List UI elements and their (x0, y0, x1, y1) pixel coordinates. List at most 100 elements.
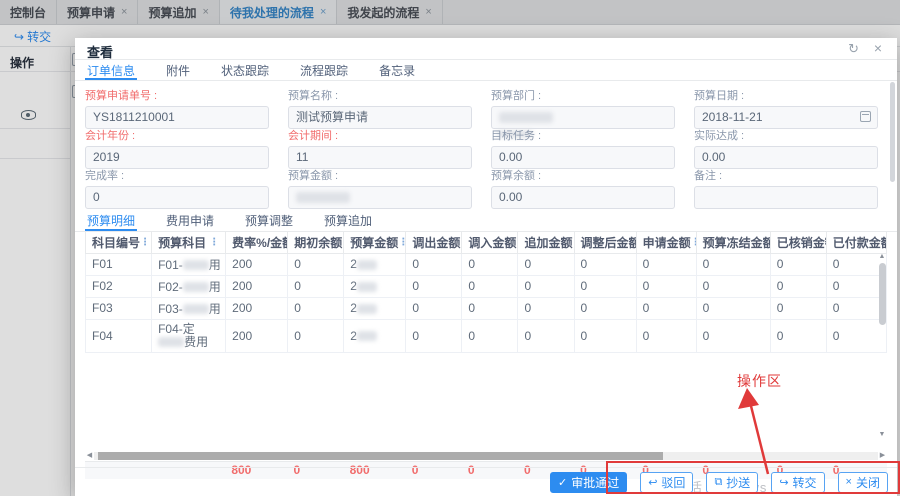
table-row[interactable]: F03F03-用2000200000000 (86, 297, 887, 319)
table-cell: 0 (574, 319, 636, 352)
column-header[interactable]: 预算科目⋮ (152, 232, 226, 253)
field-input[interactable]: 11 (288, 146, 472, 169)
refresh-icon[interactable]: ↻ (848, 41, 859, 57)
column-menu-icon[interactable]: ⋮ (209, 237, 219, 248)
table-cell: F01-用 (152, 253, 226, 275)
cell-text: 2 (350, 279, 357, 293)
cell-text: 2 (350, 301, 357, 315)
column-header-inner: 调入金额⋮ (468, 234, 511, 251)
form-field: 预算金额 : (288, 167, 491, 207)
column-header-inner: 预算金额⋮ (350, 234, 399, 251)
modal-title: 查看 (87, 42, 113, 61)
scrollbar-thumb[interactable] (890, 82, 895, 182)
field-label: 会计期间 : (288, 127, 491, 143)
column-header[interactable]: 预算冻结金额⋮ (696, 232, 770, 253)
table-row[interactable]: F01F01-用2000200000000 (86, 253, 887, 275)
column-header-label: 调出金额 (412, 234, 460, 251)
field-input[interactable]: 2018-11-21 (694, 106, 878, 129)
table-cell: 0 (518, 297, 574, 319)
column-header[interactable]: 调出金额⋮ (406, 232, 462, 253)
detail-tab[interactable]: 预算调整 (243, 210, 295, 231)
budget-detail-table: 科目编号⋮预算科目⋮费率%/金额期初余额预算金额⋮调出金额⋮调入金额⋮追加金额⋮… (85, 232, 887, 353)
cell-text: 用 (209, 258, 221, 272)
table-cell: 0 (288, 253, 344, 275)
field-input[interactable]: 0.00 (491, 186, 675, 209)
column-header[interactable]: 申请金额⋮ (636, 232, 696, 253)
calendar-icon (860, 111, 871, 122)
column-header-inner: 申请金额⋮ (643, 234, 690, 251)
modal-tab[interactable]: 订单信息 (85, 60, 137, 80)
modal-scrollbar[interactable] (890, 64, 896, 464)
column-header-inner: 科目编号⋮ (92, 234, 145, 251)
modal-tab[interactable]: 状态跟踪 (219, 60, 271, 80)
form-field: 会计年份 :2019 (85, 127, 288, 167)
field-input[interactable]: 测试预算申请 (288, 106, 472, 129)
column-header[interactable]: 调整后金额?⋮ (574, 232, 636, 253)
column-menu-icon[interactable]: ⋮ (691, 237, 697, 248)
cell-text: F04-定 (158, 322, 195, 336)
column-header-label: 科目编号 (92, 234, 140, 251)
table-cell: F01 (86, 253, 152, 275)
field-label: 预算部门 : (491, 87, 694, 103)
detail-tab[interactable]: 预算明细 (85, 210, 137, 231)
column-header-inner: 预算冻结金额⋮ (703, 234, 764, 251)
detail-tab[interactable]: 费用申请 (164, 210, 216, 231)
modal-tab[interactable]: 流程跟踪 (298, 60, 350, 80)
column-header-label: 预算科目 (158, 234, 206, 251)
field-input[interactable] (694, 186, 878, 209)
table-cell: 0 (696, 275, 770, 297)
scroll-right-icon[interactable]: ▶ (878, 451, 887, 461)
scroll-up-icon[interactable]: ▲ (877, 253, 887, 261)
scrollbar-thumb[interactable] (879, 263, 886, 325)
order-info-form: 预算申请单号 :YS1811210001预算名称 :测试预算申请预算部门 :预算… (75, 81, 897, 207)
table-cell: 200 (226, 253, 288, 275)
column-header[interactable]: 科目编号⋮ (86, 232, 152, 253)
field-input[interactable]: 2019 (85, 146, 269, 169)
column-header[interactable]: 费率%/金额 (226, 232, 288, 253)
table-cell: 0 (574, 253, 636, 275)
table-row[interactable]: F02F02-用2000200000000 (86, 275, 887, 297)
column-menu-icon[interactable]: ⋮ (398, 237, 406, 248)
close-icon[interactable]: × (874, 40, 882, 56)
column-header[interactable]: 已核销金额⋮ (770, 232, 826, 253)
table-row[interactable]: F04F04-定费用2000200000000 (86, 319, 887, 352)
table-cell: 0 (462, 275, 518, 297)
detail-tab[interactable]: 预算追加 (322, 210, 374, 231)
column-header[interactable]: 期初余额 (288, 232, 344, 253)
column-menu-icon[interactable]: ⋮ (140, 237, 150, 248)
field-input[interactable]: 0.00 (491, 146, 675, 169)
scroll-down-icon[interactable]: ▼ (877, 431, 887, 439)
cell-text: 费用 (184, 335, 208, 349)
field-input[interactable]: 0.00 (694, 146, 878, 169)
column-header-label: 预算金额 (350, 234, 398, 251)
column-header-inner: 费率%/金额 (232, 234, 281, 251)
table-vertical-scrollbar[interactable]: ▲ ▼ (877, 253, 887, 451)
table-cell: 0 (696, 253, 770, 275)
modal-tab-bar: 订单信息 附件 状态跟踪 流程跟踪 备忘录 (75, 60, 897, 81)
table-cell: 0 (288, 319, 344, 352)
column-header[interactable]: 追加金额⋮ (518, 232, 574, 253)
table-cell: 0 (518, 319, 574, 352)
cell-text: 用 (209, 302, 221, 316)
column-header-inner: 调出金额⋮ (412, 234, 455, 251)
table-cell: 2 (344, 275, 406, 297)
field-input[interactable] (288, 186, 472, 209)
table-cell: 0 (696, 297, 770, 319)
app-root: 控制台预算申请×预算追加×待我处理的流程×我发起的流程× ↪ 转交 操作 查看 … (0, 0, 900, 496)
redacted-text (499, 112, 553, 123)
table-cell: 0 (288, 297, 344, 319)
field-input[interactable] (491, 106, 675, 129)
column-header[interactable]: 预算金额⋮ (344, 232, 406, 253)
modal-tab[interactable]: 备忘录 (377, 60, 417, 80)
scrollbar-thumb[interactable] (98, 452, 663, 460)
column-header-label: 追加金额 (524, 234, 572, 251)
table-cell: 200 (226, 275, 288, 297)
scroll-left-icon[interactable]: ◀ (85, 451, 94, 461)
column-header[interactable]: 已付款金额 (826, 232, 886, 253)
modal-tab[interactable]: 附件 (164, 60, 192, 80)
column-header[interactable]: 调入金额⋮ (462, 232, 518, 253)
redacted-text (296, 192, 350, 203)
field-input[interactable]: YS1811210001 (85, 106, 269, 129)
detail-tab-bar: 预算明细 费用申请 预算调整 预算追加 (75, 210, 897, 232)
field-input[interactable]: 0 (85, 186, 269, 209)
